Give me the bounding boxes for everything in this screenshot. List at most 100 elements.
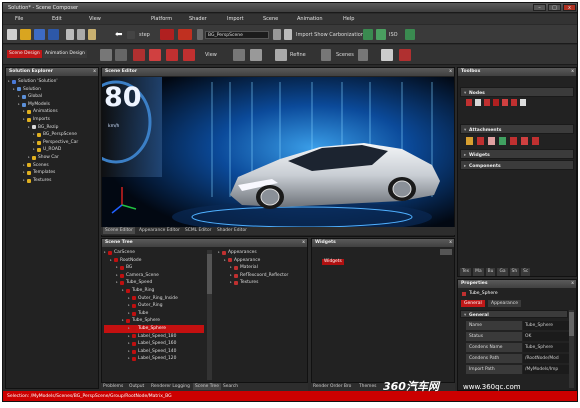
pick-node-icon[interactable] xyxy=(520,99,526,106)
properties-tab-general[interactable]: General xyxy=(461,300,485,307)
scene-tree-item[interactable]: ▸ BG xyxy=(104,264,204,272)
solution-tree-item[interactable]: ▸ Templates xyxy=(8,169,96,177)
properties-tab-appearance[interactable]: Appearance xyxy=(488,300,522,307)
scene-tree-item[interactable]: ▸ Tube xyxy=(104,310,204,318)
scene-tree-scrollbar[interactable] xyxy=(207,250,212,380)
appearance-tree-item[interactable]: ▸ Appearances xyxy=(218,249,308,257)
toolbox-section-widgets[interactable]: ▸ Widgets xyxy=(460,149,574,159)
scene-tree-item[interactable]: ▸ Label_Speed_160 xyxy=(104,340,204,348)
solution-tree-item[interactable]: ▸ Textures xyxy=(8,177,96,185)
script-attach-icon[interactable] xyxy=(521,137,528,145)
menu-platform[interactable]: Platform xyxy=(151,14,189,24)
solution-tree-item[interactable]: ▸ Solution 'Solution' xyxy=(8,78,96,86)
solution-tree-item[interactable]: ▸ Solution xyxy=(8,86,96,94)
light-node-icon[interactable] xyxy=(493,99,499,106)
solution-tree-item[interactable]: ▸ Perspective_Car xyxy=(8,139,96,147)
menu-scene[interactable]: Scene xyxy=(263,14,297,24)
toolbox-tab-textures[interactable]: Tex xyxy=(460,268,472,276)
toolbox-tab-scenes[interactable]: Sc xyxy=(521,268,531,276)
solution-tree-item[interactable]: ▸ Global xyxy=(8,93,96,101)
scene-tree-item[interactable]: ▸ Outer_Ring_Inside xyxy=(104,295,204,303)
solution-tree-item[interactable]: ▸ Scenes xyxy=(8,162,96,170)
scene-tree-item[interactable]: ▸ Tube_Sphere xyxy=(104,317,204,325)
toolbox-section-components[interactable]: ▸ Components xyxy=(460,160,574,170)
layer-attach-icon[interactable] xyxy=(499,137,506,145)
camera-dropdown[interactable]: BG_PerspScene xyxy=(205,31,269,39)
panel-close-icon[interactable]: x xyxy=(571,280,574,288)
render-icon[interactable] xyxy=(273,29,281,40)
pen-icon[interactable] xyxy=(399,49,411,61)
solution-tree-item[interactable]: ▸ BG_PerspScene xyxy=(8,131,96,139)
property-value[interactable]: Tube_Sphere xyxy=(523,343,572,352)
tool-iso-label[interactable]: ISO xyxy=(389,32,398,38)
menu-shader[interactable]: Shader xyxy=(189,14,227,24)
scene-tree-item[interactable]: ▸ Camera_Scene xyxy=(104,272,204,280)
tab-shader-editor[interactable]: Shader Editor xyxy=(217,227,247,234)
panel-close-icon[interactable]: x xyxy=(449,239,452,247)
tab-themes[interactable]: Themes xyxy=(359,383,376,390)
properties-section-general[interactable]: ▾ General xyxy=(460,310,568,318)
scene-tree-item[interactable]: ▸ CarScene xyxy=(104,249,204,257)
scene-list-icon[interactable] xyxy=(358,49,368,61)
minimize-button[interactable]: – xyxy=(533,4,546,11)
menu-edit[interactable]: Edit xyxy=(52,14,89,24)
undo-icon[interactable]: ⬅ xyxy=(115,31,125,43)
appearance-tree-item[interactable]: ▸ Material xyxy=(218,264,308,272)
carbon-icon[interactable] xyxy=(363,29,373,40)
panel-close-icon[interactable]: x xyxy=(571,68,574,76)
close-button[interactable]: x xyxy=(563,4,576,11)
light-icon[interactable] xyxy=(233,49,245,61)
tab-render-order[interactable]: Render Order Bro xyxy=(313,383,351,390)
effect-attach-icon[interactable] xyxy=(488,137,495,145)
solution-tree-item[interactable]: ▸ U_ROAD xyxy=(8,146,96,154)
material-attach-icon[interactable] xyxy=(477,137,484,145)
tab-scene-tree[interactable]: Scene Tree xyxy=(193,383,221,390)
toolbox-section-attachments[interactable]: ▾ Attachments xyxy=(460,124,574,134)
pivot-tool-icon[interactable] xyxy=(166,49,178,61)
scene-tree-item[interactable]: ▸ Label_Speed_180 xyxy=(104,333,204,341)
scene-viewport[interactable] xyxy=(102,77,454,235)
menu-animation[interactable]: Animation xyxy=(297,14,343,24)
sprite-node-icon[interactable] xyxy=(511,99,517,106)
scene-tree-item[interactable]: ▸ Tube_Speed xyxy=(104,279,204,287)
animation-attach-icon[interactable] xyxy=(466,137,473,145)
save-all-icon[interactable] xyxy=(48,29,59,40)
copy-icon[interactable] xyxy=(77,29,85,40)
move-tool-icon[interactable] xyxy=(115,49,127,61)
property-value[interactable]: OK xyxy=(523,332,572,341)
preview-icon[interactable] xyxy=(381,49,393,61)
settings-icon[interactable] xyxy=(321,49,331,61)
scene-tree-item[interactable]: ▸ Label_Speed_120 xyxy=(104,355,204,363)
grid-icon[interactable] xyxy=(405,29,415,40)
panel-close-icon[interactable]: x xyxy=(302,239,305,247)
property-value[interactable]: Tube_Sphere xyxy=(523,321,572,330)
camera-tool-icon[interactable] xyxy=(183,49,195,61)
scale-tool-icon[interactable] xyxy=(149,49,161,61)
property-value[interactable]: /RootNode/Mod xyxy=(523,354,572,363)
appearance-tree-item[interactable]: ▸ Appearance xyxy=(218,257,308,265)
tab-appearance-editor[interactable]: Appearance Editor xyxy=(139,227,180,234)
menu-file[interactable]: File xyxy=(15,14,52,24)
tab-scene-design[interactable]: Scene Design xyxy=(7,50,42,58)
paste-icon[interactable] xyxy=(88,29,96,40)
tab-search[interactable]: Search xyxy=(223,383,238,390)
scene-icon[interactable] xyxy=(160,29,174,40)
maximize-button[interactable]: □ xyxy=(548,4,561,11)
tab-output[interactable]: Output xyxy=(129,383,144,390)
solution-tree-item[interactable]: ▸ MyModels xyxy=(8,101,96,109)
appearance-tree-item[interactable]: ▸ Textures xyxy=(218,279,308,287)
scene-tree-item[interactable]: ▸ Tube_Sphere xyxy=(104,324,204,333)
appearance-tree-item[interactable]: ▸ RefTexcoord_Reflector xyxy=(218,272,308,280)
panel-close-icon[interactable]: x xyxy=(449,68,452,76)
shader-attach-icon[interactable] xyxy=(532,137,539,145)
toolbox-tab-shaders[interactable]: Sh xyxy=(509,268,520,276)
menu-import[interactable]: Import xyxy=(227,14,263,24)
refine-icon[interactable] xyxy=(275,49,287,61)
mesh-node-icon[interactable] xyxy=(475,99,481,106)
panel-close-icon[interactable]: x xyxy=(93,68,96,76)
import-icon[interactable] xyxy=(284,29,292,40)
rotate-tool-icon[interactable] xyxy=(133,49,145,61)
save-icon[interactable] xyxy=(34,29,45,40)
solution-tree-item[interactable]: ▸ BG_Rezip xyxy=(8,124,96,132)
properties-scrollbar[interactable] xyxy=(569,310,574,388)
